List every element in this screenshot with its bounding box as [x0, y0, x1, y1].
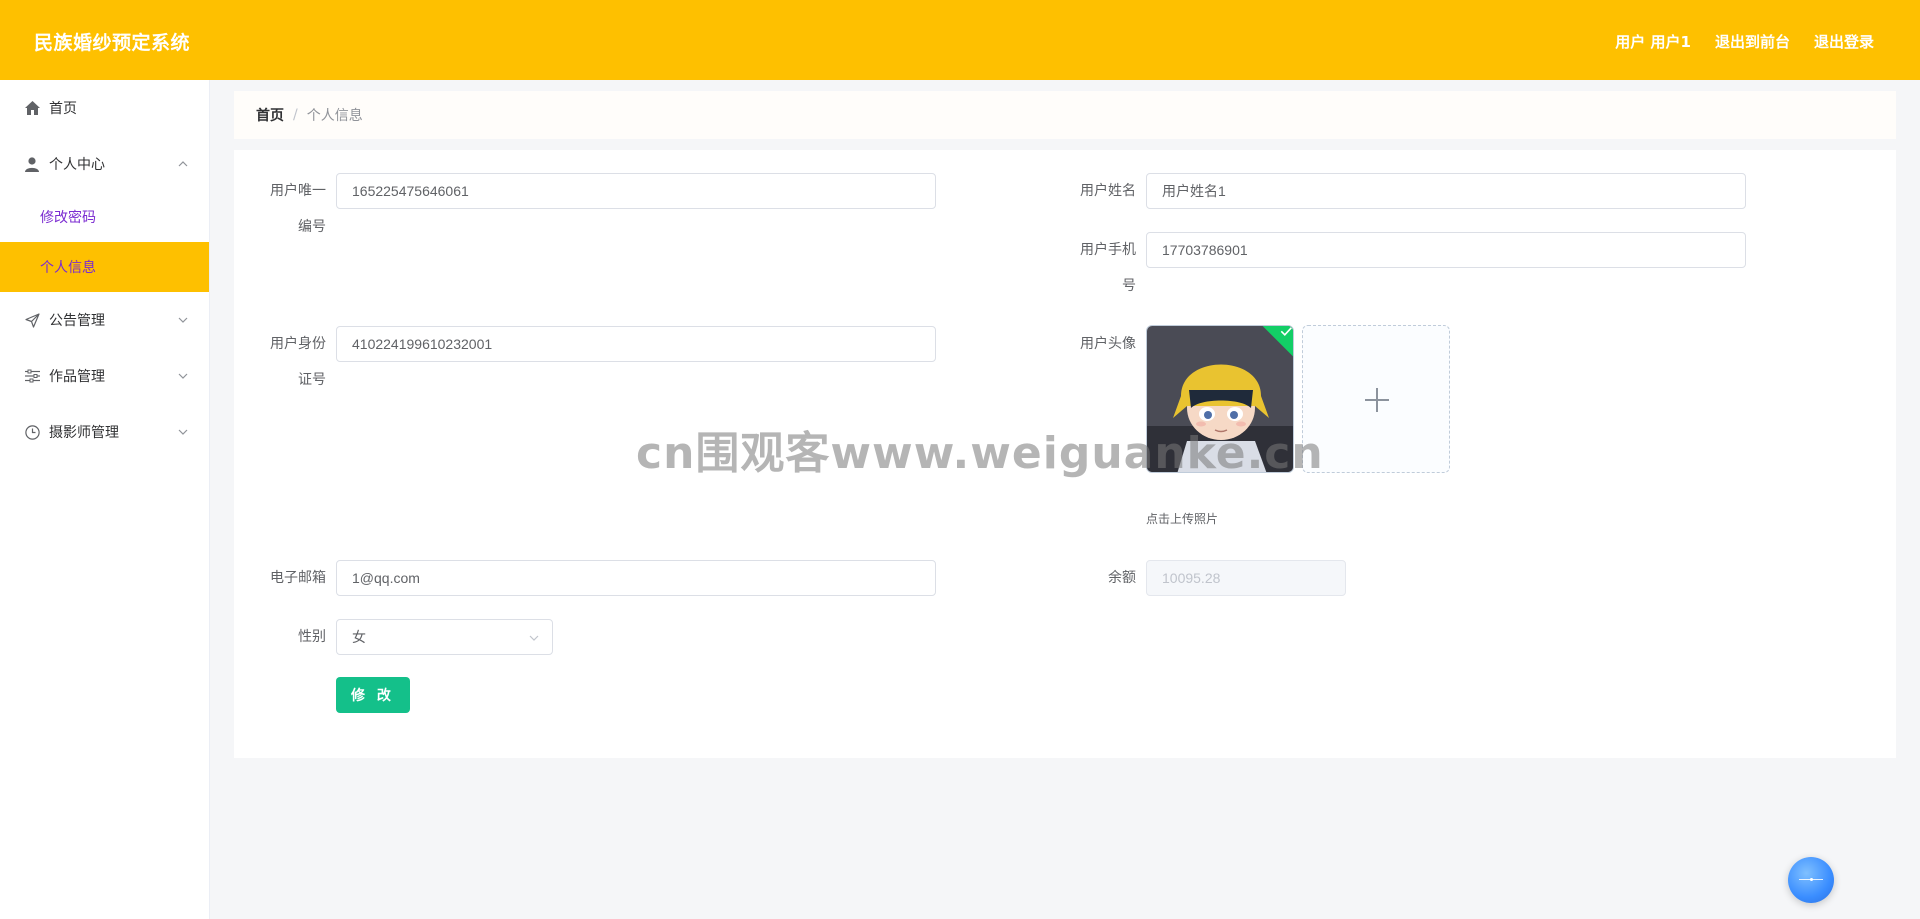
breadcrumb-separator: / — [293, 107, 298, 123]
sidebar-item-notice-mgmt[interactable]: 公告管理 — [0, 292, 209, 348]
user-id-label: 用户唯一 编号 — [236, 173, 326, 245]
home-icon — [24, 100, 40, 116]
label-line: 用户手机 — [1080, 242, 1136, 258]
clock-icon — [24, 424, 40, 440]
sliders-icon — [24, 368, 40, 384]
idcard-label: 用户身份 证号 — [236, 326, 326, 398]
send-icon — [24, 312, 40, 328]
sidebar-item-photographer-mgmt[interactable]: 摄影师管理 — [0, 404, 209, 460]
plus-icon — [1376, 388, 1378, 412]
submit-button[interactable]: 修 改 — [336, 677, 410, 713]
sidebar-item-personal-info[interactable]: 个人信息 — [0, 242, 209, 292]
breadcrumb-home[interactable]: 首页 — [256, 105, 284, 125]
breadcrumb: 首页 / 个人信息 — [234, 91, 1896, 139]
check-icon — [1280, 327, 1292, 336]
sidebar-item-label: 首页 — [49, 101, 77, 117]
avatar-upload-button[interactable] — [1302, 325, 1450, 473]
label-line: 号 — [1122, 278, 1136, 294]
sidebar-item-label: 个人信息 — [40, 260, 96, 276]
chevron-down-icon — [529, 635, 539, 641]
gender-select[interactable]: 女 — [336, 619, 553, 655]
gender-selected-value: 女 — [352, 629, 366, 645]
breadcrumb-current: 个人信息 — [306, 108, 363, 124]
top-header: 民族婚纱预定系统 用户 用户1 退出到前台 退出登录 — [0, 0, 1920, 80]
email-input[interactable]: 1@qq.com — [336, 560, 936, 596]
brand-title: 民族婚纱预定系统 — [34, 32, 191, 54]
sidebar-item-change-password[interactable]: 修改密码 — [0, 192, 209, 242]
phone-input[interactable]: 17703786901 — [1146, 232, 1746, 268]
balance-label: 余额 — [1108, 570, 1136, 586]
user-id-input[interactable]: 165225475646061 — [336, 173, 936, 209]
floating-assistant-button[interactable] — [1788, 857, 1834, 903]
sidebar-item-home[interactable]: 首页 — [0, 80, 209, 136]
user-icon — [24, 156, 40, 172]
name-input[interactable]: 用户姓名1 — [1146, 173, 1746, 209]
name-label: 用户姓名 — [1080, 183, 1136, 199]
sidebar-item-label: 修改密码 — [40, 210, 96, 226]
sidebar-item-label: 个人中心 — [49, 157, 105, 173]
upload-tip: 点击上传照片 — [1146, 512, 1219, 526]
sidebar-item-label: 公告管理 — [49, 313, 105, 329]
logout-link[interactable]: 退出登录 — [1814, 31, 1874, 52]
assistant-icon-dot — [1810, 878, 1813, 881]
gender-label: 性别 — [298, 629, 326, 645]
label-line: 用户唯一 — [270, 183, 326, 199]
to-front-link[interactable]: 退出到前台 — [1715, 31, 1790, 52]
sidebar-menu: 首页 个人中心 修改密码 个人信息 公告管理 作品管理 摄影师管理 — [0, 80, 210, 919]
label-line: 用户身份 — [270, 336, 326, 352]
idcard-input[interactable]: 410224199610232001 — [336, 326, 936, 362]
current-user-label: 用户 用户1 — [1615, 33, 1691, 51]
balance-input: 10095.28 — [1146, 560, 1346, 596]
sidebar-item-label: 作品管理 — [49, 369, 105, 385]
watermark-text: cn围观客www.weiguanke.cn — [636, 428, 1324, 479]
phone-label: 用户手机 号 — [1046, 232, 1136, 304]
chevron-down-icon — [178, 373, 188, 379]
label-line: 编号 — [298, 219, 326, 235]
header-links: 用户 用户1 退出到前台 退出登录 — [1615, 31, 1874, 52]
sidebar-item-personal-center[interactable]: 个人中心 — [0, 136, 209, 192]
avatar-label: 用户头像 — [1080, 336, 1136, 352]
sidebar-item-label: 摄影师管理 — [49, 425, 119, 441]
email-label: 电子邮箱 — [270, 570, 326, 586]
sidebar-item-works-mgmt[interactable]: 作品管理 — [0, 348, 209, 404]
chevron-down-icon — [178, 429, 188, 435]
label-line: 证号 — [298, 372, 326, 388]
chevron-down-icon — [178, 317, 188, 323]
chevron-up-icon — [178, 161, 188, 167]
